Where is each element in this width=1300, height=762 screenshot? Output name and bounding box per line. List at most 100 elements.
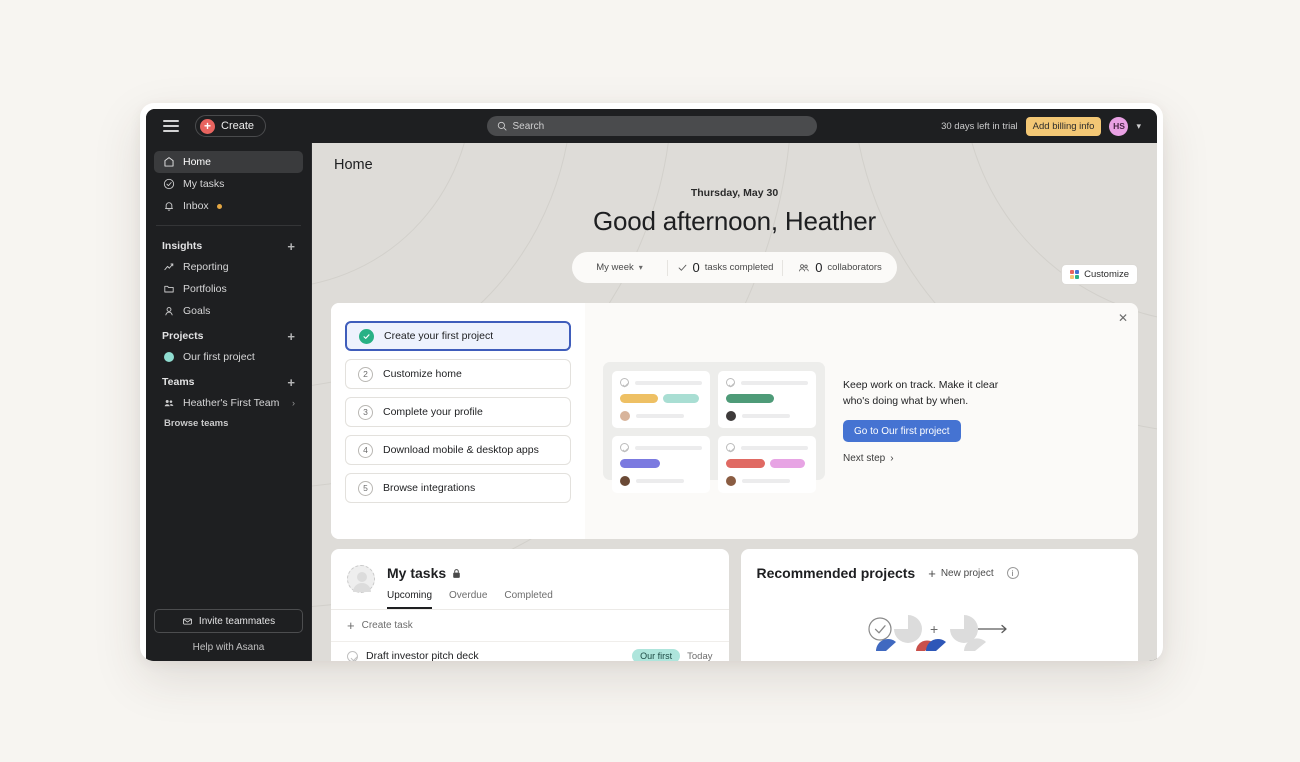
envelope-icon xyxy=(183,617,192,625)
create-button-label: Create xyxy=(221,120,255,132)
task-meta: Our first Today xyxy=(632,649,713,662)
chevron-down-icon[interactable]: ▾ xyxy=(1136,121,1141,132)
sidebar-item-home[interactable]: Home xyxy=(154,151,303,173)
next-step-link[interactable]: Next step › xyxy=(843,453,1120,464)
greeting-block: Thursday, May 30 Good afternoon, Heather… xyxy=(312,187,1157,283)
new-project-label: New project xyxy=(940,567,994,579)
sidebar-item-inbox[interactable]: Inbox xyxy=(154,195,303,217)
sidebar-item-my-tasks-label: My tasks xyxy=(183,178,225,190)
onboarding-step-5[interactable]: 5 Browse integrations xyxy=(345,473,571,503)
week-range-selector[interactable]: My week ▾ xyxy=(572,262,667,273)
hamburger-icon[interactable] xyxy=(163,120,179,132)
illustration-task-card xyxy=(718,371,816,428)
avatar xyxy=(726,411,736,421)
step-number: 3 xyxy=(358,404,373,420)
go-to-project-button[interactable]: Go to Our first project xyxy=(843,420,961,443)
check-circle-icon xyxy=(162,178,175,191)
sidebar-item-portfolios-label: Portfolios xyxy=(183,283,227,295)
sidebar-item-portfolios[interactable]: Portfolios xyxy=(154,278,303,300)
onboarding-step-3[interactable]: 3 Complete your profile xyxy=(345,397,571,427)
onboarding-description: Keep work on track. Make it clear who's … xyxy=(843,378,999,407)
customize-button[interactable]: Customize xyxy=(1060,264,1138,285)
check-circle-icon xyxy=(620,378,629,387)
collaborators-icon xyxy=(799,263,809,271)
plus-icon: + xyxy=(347,618,355,633)
create-button[interactable]: + Create xyxy=(195,115,267,137)
tab-overdue[interactable]: Overdue xyxy=(449,590,487,609)
avatar[interactable]: HS xyxy=(1109,116,1129,136)
task-project-chip[interactable]: Our first xyxy=(632,649,681,661)
recommended-projects-title: Recommended projects xyxy=(756,565,916,581)
onboarding-step-4[interactable]: 4 Download mobile & desktop apps xyxy=(345,435,571,465)
check-circle-icon xyxy=(620,443,629,452)
screenshot-root: + Create Search 30 days left in trial Ad… xyxy=(0,0,1300,762)
avatar xyxy=(620,411,630,421)
my-tasks-title: My tasks xyxy=(387,565,447,581)
search-input[interactable]: Search xyxy=(486,116,817,136)
check-circle-icon xyxy=(726,443,735,452)
greeting-text: Good afternoon, Heather xyxy=(592,206,877,236)
add-billing-info-button[interactable]: Add billing info xyxy=(1025,116,1102,136)
sidebar-section-teams-label: Teams xyxy=(162,376,195,388)
sidebar-item-inbox-label: Inbox xyxy=(183,200,209,212)
check-circle-icon[interactable] xyxy=(347,650,358,661)
onboarding-step-1-label: Create your first project xyxy=(384,330,494,342)
chevron-right-icon[interactable]: › xyxy=(292,398,295,408)
app-window: + Create Search 30 days left in trial Ad… xyxy=(140,103,1163,661)
browse-teams-link[interactable]: Browse teams xyxy=(154,414,303,433)
search-container: Search xyxy=(486,116,817,136)
sidebar-item-reporting-label: Reporting xyxy=(183,261,229,273)
sidebar-section-teams: Teams + xyxy=(154,372,303,392)
invite-teammates-button[interactable]: Invite teammates xyxy=(154,609,303,633)
folder-icon xyxy=(162,283,175,296)
chevron-right-icon: › xyxy=(890,453,894,465)
add-project-icon[interactable]: + xyxy=(287,330,295,343)
check-icon xyxy=(678,264,686,271)
task-due-date: Today xyxy=(687,650,713,662)
new-project-button[interactable]: + New project xyxy=(928,567,993,580)
add-team-icon[interactable]: + xyxy=(287,376,295,389)
onboarding-card: Create your first project 2 Customize ho… xyxy=(331,303,1138,539)
help-with-asana-link[interactable]: Help with Asana xyxy=(154,642,303,653)
add-insight-icon[interactable]: + xyxy=(287,240,295,253)
sidebar-item-reporting[interactable]: Reporting xyxy=(154,256,303,278)
sidebar-item-goals-label: Goals xyxy=(183,305,211,317)
check-filled-icon xyxy=(359,328,374,344)
close-icon[interactable]: ✕ xyxy=(1118,312,1128,324)
recommended-projects-card: Recommended projects + New project i + xyxy=(740,549,1138,661)
tab-completed[interactable]: Completed xyxy=(504,590,552,609)
onboarding-step-1[interactable]: Create your first project xyxy=(345,321,571,351)
search-placeholder-label: Search xyxy=(512,120,545,132)
sidebar-item-heathers-first-team[interactable]: Heather's First Team › xyxy=(154,392,303,414)
top-bar: + Create Search 30 days left in trial Ad… xyxy=(146,109,1157,143)
invite-teammates-label: Invite teammates xyxy=(198,615,276,627)
info-icon[interactable]: i xyxy=(1006,567,1019,579)
create-task-button[interactable]: + Create task xyxy=(331,610,729,641)
avatar xyxy=(726,476,736,486)
onboarding-step-2[interactable]: 2 Customize home xyxy=(345,359,571,389)
bell-icon xyxy=(162,200,175,213)
tasks-completed-label: tasks completed xyxy=(704,262,774,273)
sidebar-item-our-first-project-label: Our first project xyxy=(183,351,255,363)
plus-icon: + xyxy=(928,565,936,581)
check-circle-icon xyxy=(726,378,735,387)
current-date: Thursday, May 30 xyxy=(690,187,779,199)
create-task-label: Create task xyxy=(361,620,413,631)
avatar[interactable] xyxy=(347,565,375,593)
sidebar-item-my-tasks[interactable]: My tasks xyxy=(154,173,303,195)
sidebar-item-our-first-project[interactable]: Our first project xyxy=(154,346,303,368)
page-title: Home xyxy=(334,157,373,173)
step-number: 2 xyxy=(358,366,373,382)
chevron-down-icon: ▾ xyxy=(638,263,643,272)
search-icon xyxy=(497,121,506,131)
tasks-completed-value: 0 xyxy=(692,260,700,275)
onboarding-step-4-label: Download mobile & desktop apps xyxy=(383,444,539,456)
tasks-completed-stat: 0 tasks completed xyxy=(668,260,782,275)
tab-upcoming[interactable]: Upcoming xyxy=(387,590,433,609)
sidebar-item-goals[interactable]: Goals xyxy=(154,300,303,322)
sidebar-item-home-label: Home xyxy=(183,156,212,168)
plus-icon: + xyxy=(200,118,215,134)
table-row[interactable]: Draft investor pitch deck Our first Toda… xyxy=(331,641,729,661)
sidebar-section-projects-label: Projects xyxy=(162,330,204,342)
task-name: Draft investor pitch deck xyxy=(366,650,479,661)
